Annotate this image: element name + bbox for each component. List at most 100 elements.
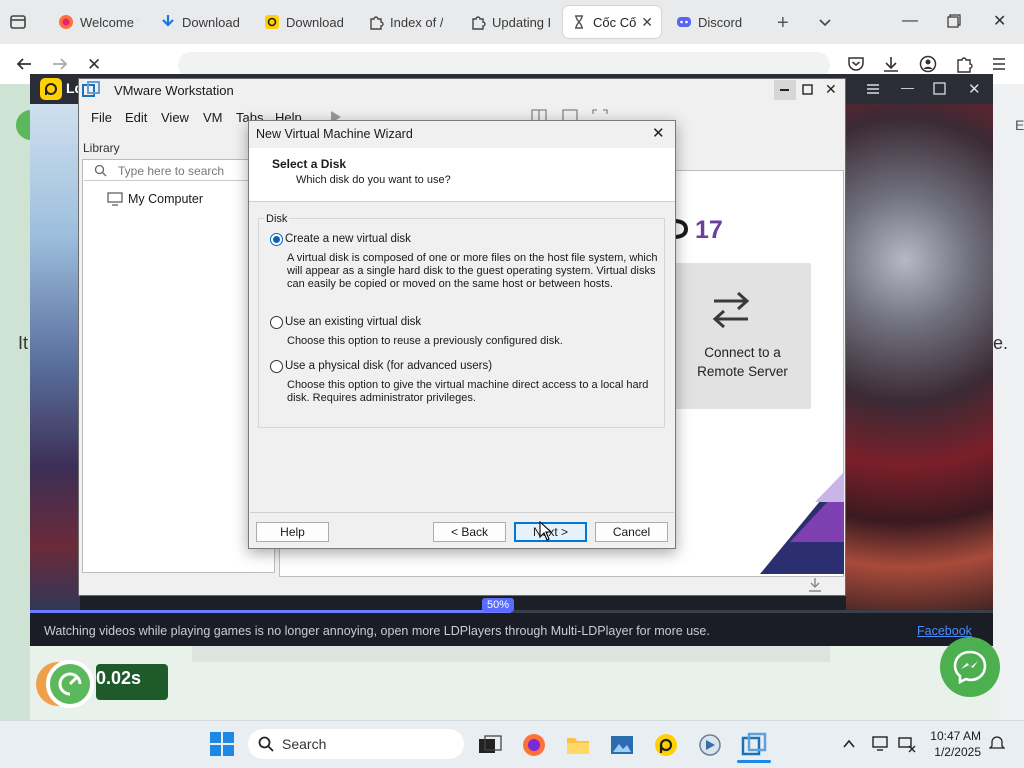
clock-time[interactable]: 10:47 AM	[929, 729, 981, 743]
connect-remote-server-label: Connect to a Remote Server	[697, 345, 788, 379]
notification-icon[interactable]	[989, 736, 1005, 752]
library-search-input[interactable]: Type here to search	[84, 161, 274, 181]
taskbar-search-box[interactable]: Search	[248, 729, 464, 759]
menu-icon[interactable]	[991, 56, 1007, 72]
facebook-link[interactable]: Facebook	[917, 624, 972, 638]
display-icon[interactable]	[872, 735, 890, 753]
menu-edit[interactable]: Edit	[125, 110, 147, 125]
radio-create-new-disk[interactable]	[270, 233, 283, 246]
taskbar	[0, 720, 1024, 768]
browser-tab-coccoc[interactable]: Cốc Cốc ✕	[563, 6, 661, 38]
vmware-minimize-button[interactable]	[774, 80, 796, 100]
radio-use-physical-disk[interactable]	[270, 360, 283, 373]
menu-file[interactable]: File	[91, 110, 112, 125]
windows-start-icon[interactable]	[209, 731, 235, 757]
search-placeholder: Type here to search	[118, 164, 225, 178]
restore-icon[interactable]	[947, 14, 961, 28]
ldplayer-progress-label: 50%	[482, 598, 515, 612]
menu-view[interactable]: View	[161, 110, 189, 125]
task-view-icon[interactable]	[477, 732, 503, 758]
forward-icon[interactable]	[50, 54, 70, 74]
stop-loading-icon[interactable]: ✕	[87, 55, 101, 75]
page-text-fragment-left: It	[18, 333, 29, 353]
tab-label: Updating F	[492, 14, 550, 30]
vmware-brand-graphic	[760, 472, 844, 574]
browser-tab-download-ld[interactable]: Download	[256, 6, 354, 38]
ldplayer-taskbar-icon[interactable]	[653, 732, 679, 758]
menu-vm[interactable]: VM	[203, 110, 223, 125]
account-icon[interactable]	[919, 55, 937, 73]
browser-tab-welcome[interactable]: Welcome t	[50, 6, 146, 38]
download-icon	[160, 14, 176, 30]
minimize-icon[interactable]: —	[902, 12, 918, 30]
ldplayer-close-icon[interactable]: ✕	[968, 80, 981, 98]
tab-label: Discord	[698, 14, 743, 30]
option-create-new-disk-desc-2: will appear as a single hard disk to the…	[287, 265, 656, 277]
browser-tab-index[interactable]: Index of /	[360, 6, 456, 38]
ldplayer-minimize-icon[interactable]: —	[901, 80, 914, 95]
ldplayer-maximize-icon[interactable]	[933, 82, 946, 95]
radio-use-existing-disk[interactable]	[270, 316, 283, 329]
option-create-new-disk-label[interactable]: Create a new virtual disk	[285, 233, 411, 245]
back-icon[interactable]	[14, 54, 34, 74]
page-right-strip	[993, 84, 1024, 720]
option-use-existing-disk-desc: Choose this option to reuse a previously…	[287, 335, 563, 347]
option-use-physical-disk-desc-1: Choose this option to give the virtual m…	[287, 379, 649, 391]
tab-label: Download	[286, 14, 344, 30]
tab-label: Cốc Cốc	[593, 14, 637, 30]
connect-remote-server-tile[interactable]: Connect to a Remote Server	[674, 263, 811, 409]
cancel-button[interactable]: Cancel	[595, 522, 668, 542]
help-button[interactable]: Help	[256, 522, 329, 542]
vmware-title: VMware Workstation	[114, 83, 234, 98]
browser-tab-bar: Welcome t Download Download Index of / U…	[0, 0, 1024, 44]
tray-chevron-up-icon[interactable]	[842, 737, 856, 751]
option-use-physical-disk-label[interactable]: Use a physical disk (for advanced users)	[285, 360, 492, 372]
disk-group-label: Disk	[264, 213, 290, 225]
mouse-cursor-icon	[539, 521, 552, 541]
extensions-icon[interactable]	[955, 55, 973, 73]
photos-icon[interactable]	[609, 732, 635, 758]
option-create-new-disk-desc-3: can easily be copied or moved on the sam…	[287, 278, 613, 290]
firefox-taskbar-icon[interactable]	[521, 732, 547, 758]
tree-item-my-computer[interactable]: My Computer	[128, 192, 203, 206]
vmware-version: 17	[695, 216, 723, 244]
pocket-icon[interactable]	[847, 55, 865, 73]
close-tab-icon[interactable]: ✕	[641, 14, 653, 31]
clock-date[interactable]: 1/2/2025	[929, 745, 981, 759]
computer-icon	[107, 192, 123, 206]
library-title: Library	[83, 141, 120, 155]
transfer-arrows-icon	[710, 289, 752, 329]
tab-groups-icon[interactable]	[8, 12, 28, 32]
option-use-physical-disk-desc-2: disk. Requires administrator privileges.	[287, 392, 476, 404]
ldplayer-logo-icon	[40, 78, 62, 100]
file-explorer-icon[interactable]	[565, 732, 591, 758]
option-use-existing-disk-label[interactable]: Use an existing virtual disk	[285, 316, 421, 328]
speedometer-icon	[46, 660, 94, 708]
page-bar	[192, 646, 830, 662]
new-tab-icon[interactable]: +	[777, 12, 789, 35]
wizard-close-icon[interactable]: ✕	[652, 124, 665, 142]
ldplayer-menu-icon[interactable]	[866, 82, 880, 96]
browser-tab-updating[interactable]: Updating F	[462, 6, 558, 38]
download-status-icon[interactable]	[807, 577, 823, 593]
search-icon	[258, 736, 274, 752]
vmware-player-taskbar-icon[interactable]	[697, 732, 723, 758]
tab-label: Welcome t	[80, 14, 138, 30]
vmware-workstation-taskbar-icon[interactable]	[741, 732, 767, 758]
speed-meter-widget: 0.02s	[20, 656, 170, 712]
ldplayer-icon	[264, 14, 280, 30]
network-icon[interactable]	[898, 735, 916, 753]
browser-tab-download[interactable]: Download	[152, 6, 250, 38]
chevron-down-icon[interactable]	[817, 14, 833, 30]
downloads-icon[interactable]	[882, 55, 900, 73]
minimize-icon	[780, 89, 789, 91]
firefox-icon	[58, 14, 74, 30]
vmware-close-icon[interactable]: ✕	[825, 81, 837, 98]
page-text-fragment-right: e.	[993, 333, 1009, 353]
close-window-icon[interactable]: ✕	[993, 11, 1006, 31]
vmware-maximize-icon[interactable]	[802, 84, 813, 95]
back-button[interactable]: < Back	[433, 522, 506, 542]
browser-tab-discord[interactable]: Discord	[668, 6, 768, 38]
extension-icon	[470, 14, 486, 30]
messenger-button[interactable]	[940, 637, 1000, 697]
